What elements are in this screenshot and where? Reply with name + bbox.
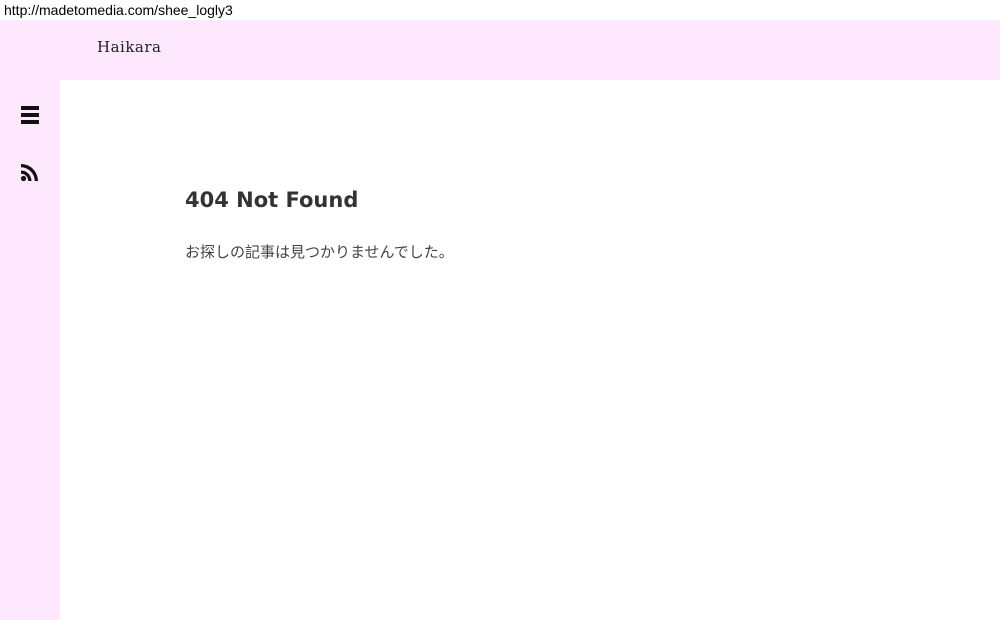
- main-content: 404 Not Found お探しの記事は見つかりませんでした。: [60, 80, 1000, 620]
- error-message: お探しの記事は見つかりませんでした。: [185, 243, 454, 261]
- menu-icon[interactable]: [20, 105, 40, 125]
- address-bar[interactable]: http://madetomedia.com/shee_logly3: [0, 0, 1000, 20]
- site-title-link[interactable]: Haikara: [97, 38, 161, 56]
- site-header: Haikara: [0, 20, 1000, 80]
- url-text[interactable]: http://madetomedia.com/shee_logly3: [4, 2, 233, 18]
- page-title: 404 Not Found: [185, 188, 359, 212]
- sidebar: [0, 80, 60, 620]
- rss-icon[interactable]: [20, 162, 40, 182]
